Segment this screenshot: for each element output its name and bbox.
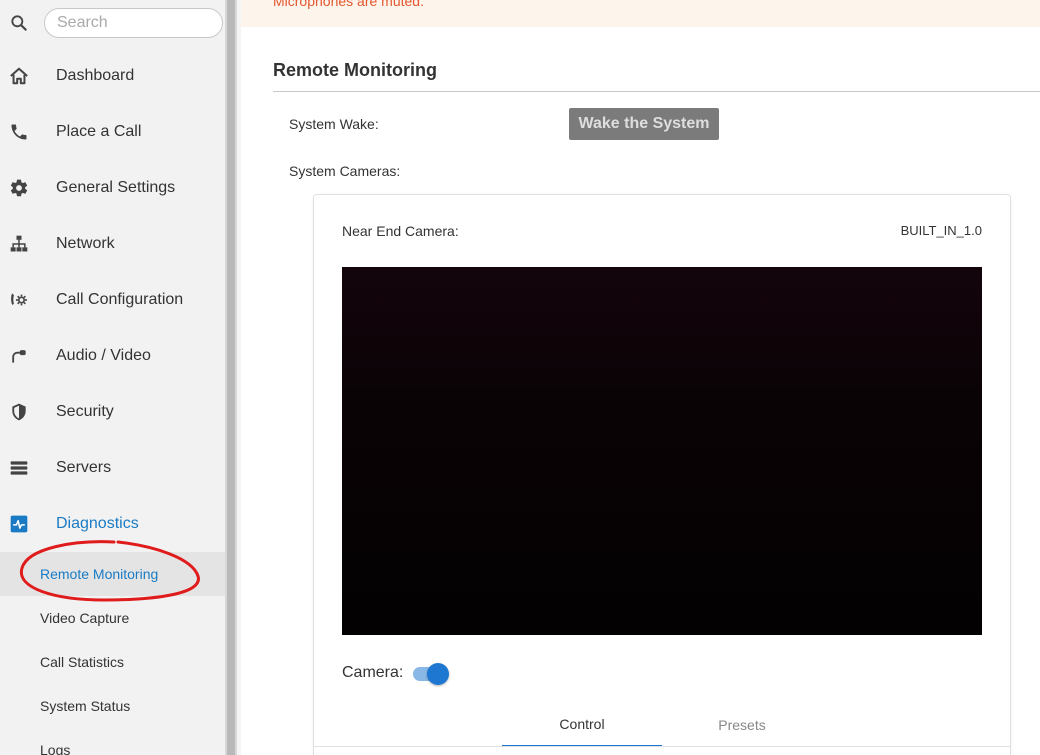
sidebar-item-label: Audio / Video — [56, 347, 151, 364]
near-end-camera-label: Near End Camera: — [342, 223, 459, 239]
alert-text: Microphones are muted. — [273, 0, 424, 9]
page-title: Remote Monitoring — [273, 60, 437, 80]
sidebar-item-label: Security — [56, 403, 114, 420]
search-input[interactable] — [44, 8, 223, 38]
sidebar-item-label: Dashboard — [56, 67, 135, 84]
camera-toggle[interactable] — [413, 663, 449, 685]
sidebar-item-network[interactable]: Network — [0, 220, 225, 268]
network-icon — [8, 234, 30, 254]
search-icon — [9, 13, 29, 33]
call-config-icon — [8, 290, 30, 310]
search-row — [0, 6, 225, 40]
sidebar-item-label: General Settings — [56, 179, 176, 196]
sidebar-item-security[interactable]: Security — [0, 388, 225, 436]
sidebar-item-label: Call Configuration — [56, 291, 184, 308]
wake-system-button[interactable]: Wake the System — [569, 108, 719, 140]
sidebar-subitem-label: Logs — [40, 742, 71, 755]
sidebar-subitem-video-capture[interactable]: Video Capture — [0, 596, 225, 640]
sidebar: Dashboard Place a Call General Settings … — [0, 0, 225, 755]
camera-toggle-label: Camera: — [342, 664, 404, 681]
sidebar-item-call-configuration[interactable]: Call Configuration — [0, 276, 225, 324]
sidebar-subitem-system-status[interactable]: System Status — [0, 684, 225, 728]
tab-divider — [314, 746, 1010, 747]
phone-icon — [8, 122, 30, 142]
sidebar-item-diagnostics[interactable]: Diagnostics — [0, 500, 225, 548]
sidebar-scrollbar-thumb[interactable] — [227, 0, 235, 755]
audio-video-icon — [8, 346, 30, 366]
sidebar-item-label: Network — [56, 235, 115, 252]
system-wake-label: System Wake: — [289, 116, 379, 132]
sidebar-subitem-call-statistics[interactable]: Call Statistics — [0, 640, 225, 684]
system-cameras-label: System Cameras: — [289, 163, 401, 179]
sidebar-subitem-logs[interactable]: Logs — [0, 728, 225, 755]
sidebar-subitem-label: Video Capture — [40, 610, 130, 626]
sidebar-item-label: Servers — [56, 459, 112, 476]
sidebar-item-place-a-call[interactable]: Place a Call — [0, 108, 225, 156]
servers-icon — [8, 458, 30, 478]
sidebar-item-audio-video[interactable]: Audio / Video — [0, 332, 225, 380]
camera-toggle-knob — [427, 663, 449, 685]
sidebar-subitem-remote-monitoring[interactable]: Remote Monitoring — [0, 552, 225, 596]
camera-video-feed — [342, 267, 982, 635]
shield-icon — [8, 402, 30, 422]
title-divider — [273, 91, 1040, 92]
home-icon — [8, 66, 30, 86]
main-content: Microphones are muted. Remote Monitoring… — [241, 0, 1040, 755]
sidebar-item-label: Diagnostics — [56, 515, 139, 532]
sidebar-subitem-label: Remote Monitoring — [40, 566, 159, 582]
sidebar-item-dashboard[interactable]: Dashboard — [0, 52, 225, 100]
sidebar-item-general-settings[interactable]: General Settings — [0, 164, 225, 212]
alert-banner: Microphones are muted. — [241, 0, 1040, 27]
sidebar-subitem-label: System Status — [40, 698, 131, 714]
diagnostics-icon — [8, 514, 30, 534]
tab-presets[interactable]: Presets — [662, 703, 822, 747]
gear-icon — [8, 178, 30, 198]
tab-control[interactable]: Control — [502, 703, 662, 747]
camera-id-value: BUILT_IN_1.0 — [900, 223, 982, 238]
sidebar-item-servers[interactable]: Servers — [0, 444, 225, 492]
sidebar-item-label: Place a Call — [56, 123, 142, 140]
camera-card: Near End Camera: BUILT_IN_1.0 Camera: Co… — [313, 194, 1011, 755]
sidebar-subitem-label: Call Statistics — [40, 654, 125, 670]
